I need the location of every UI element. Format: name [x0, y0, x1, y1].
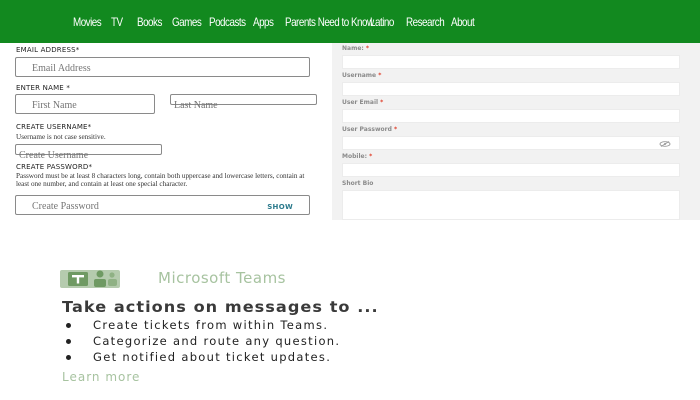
username-field[interactable] [15, 144, 162, 160]
profile-form: Name: * Username * User Email * User Pas… [332, 43, 700, 220]
profile-username-field[interactable] [342, 82, 680, 96]
last-name-input[interactable] [171, 101, 316, 110]
nav-research[interactable]: Research [406, 15, 445, 29]
bullet-item: Get notified about ticket updates. [66, 350, 331, 364]
name-label: ENTER NAME * [16, 84, 71, 92]
top-nav: Movies TV Books Games Podcasts Apps Pare… [0, 0, 700, 43]
bullet-dot-icon [66, 323, 71, 328]
first-name-field[interactable] [15, 94, 155, 115]
teams-promo: Microsoft Teams Take actions on messages… [0, 262, 700, 400]
profile-mobile-label: Mobile: * [342, 153, 373, 160]
microsoft-teams-logo-icon [60, 270, 120, 288]
bullet-item: Categorize and route any question. [66, 334, 340, 348]
email-field[interactable] [15, 57, 310, 78]
username-label: CREATE USERNAME* [16, 123, 92, 131]
bullet-item: Create tickets from within Teams. [66, 318, 328, 332]
teams-title: Microsoft Teams [158, 269, 286, 287]
nav-about[interactable]: About [451, 15, 475, 29]
first-name-input[interactable] [16, 96, 154, 115]
password-label: CREATE PASSWORD* [16, 163, 93, 171]
profile-email-field[interactable] [342, 109, 680, 123]
email-label: EMAIL ADDRESS* [16, 46, 80, 54]
eye-slash-icon[interactable] [659, 141, 671, 147]
username-help: Username is not case sensitive. [16, 133, 106, 141]
profile-mobile-field[interactable] [342, 163, 680, 177]
profile-username-label: Username * [342, 72, 382, 79]
nav-books[interactable]: Books [137, 15, 162, 29]
nav-latino[interactable]: Latino [370, 15, 394, 29]
nav-movies[interactable]: Movies [73, 15, 102, 29]
username-input[interactable] [16, 151, 161, 160]
profile-name-label: Name: * [342, 45, 370, 52]
profile-bio-label: Short Bio [342, 180, 374, 187]
show-password-button[interactable]: SHOW [267, 203, 293, 211]
promo-headline: Take actions on messages to ... [62, 298, 379, 316]
nav-podcasts[interactable]: Podcasts [209, 15, 246, 29]
bullet-dot-icon [66, 339, 71, 344]
learn-more-link[interactable]: Learn more [62, 370, 140, 384]
signup-form: EMAIL ADDRESS* ENTER NAME * CREATE USERN… [0, 43, 330, 220]
password-help: Password must be at least 8 characters l… [16, 172, 305, 188]
profile-email-label: User Email * [342, 99, 384, 106]
nav-apps[interactable]: Apps [253, 15, 274, 29]
email-input[interactable] [16, 59, 309, 78]
password-input[interactable] [16, 197, 309, 216]
nav-games[interactable]: Games [172, 15, 202, 29]
bullet-dot-icon [66, 355, 71, 360]
profile-password-field[interactable] [342, 136, 680, 150]
profile-bio-field[interactable] [342, 190, 680, 220]
nav-tv[interactable]: TV [111, 15, 123, 29]
password-field[interactable]: SHOW [15, 195, 310, 216]
nav-parents-need-to-know[interactable]: Parents Need to Know [285, 15, 374, 29]
last-name-field[interactable] [170, 94, 317, 110]
profile-name-field[interactable] [342, 55, 680, 69]
profile-password-label: User Password * [342, 126, 398, 133]
